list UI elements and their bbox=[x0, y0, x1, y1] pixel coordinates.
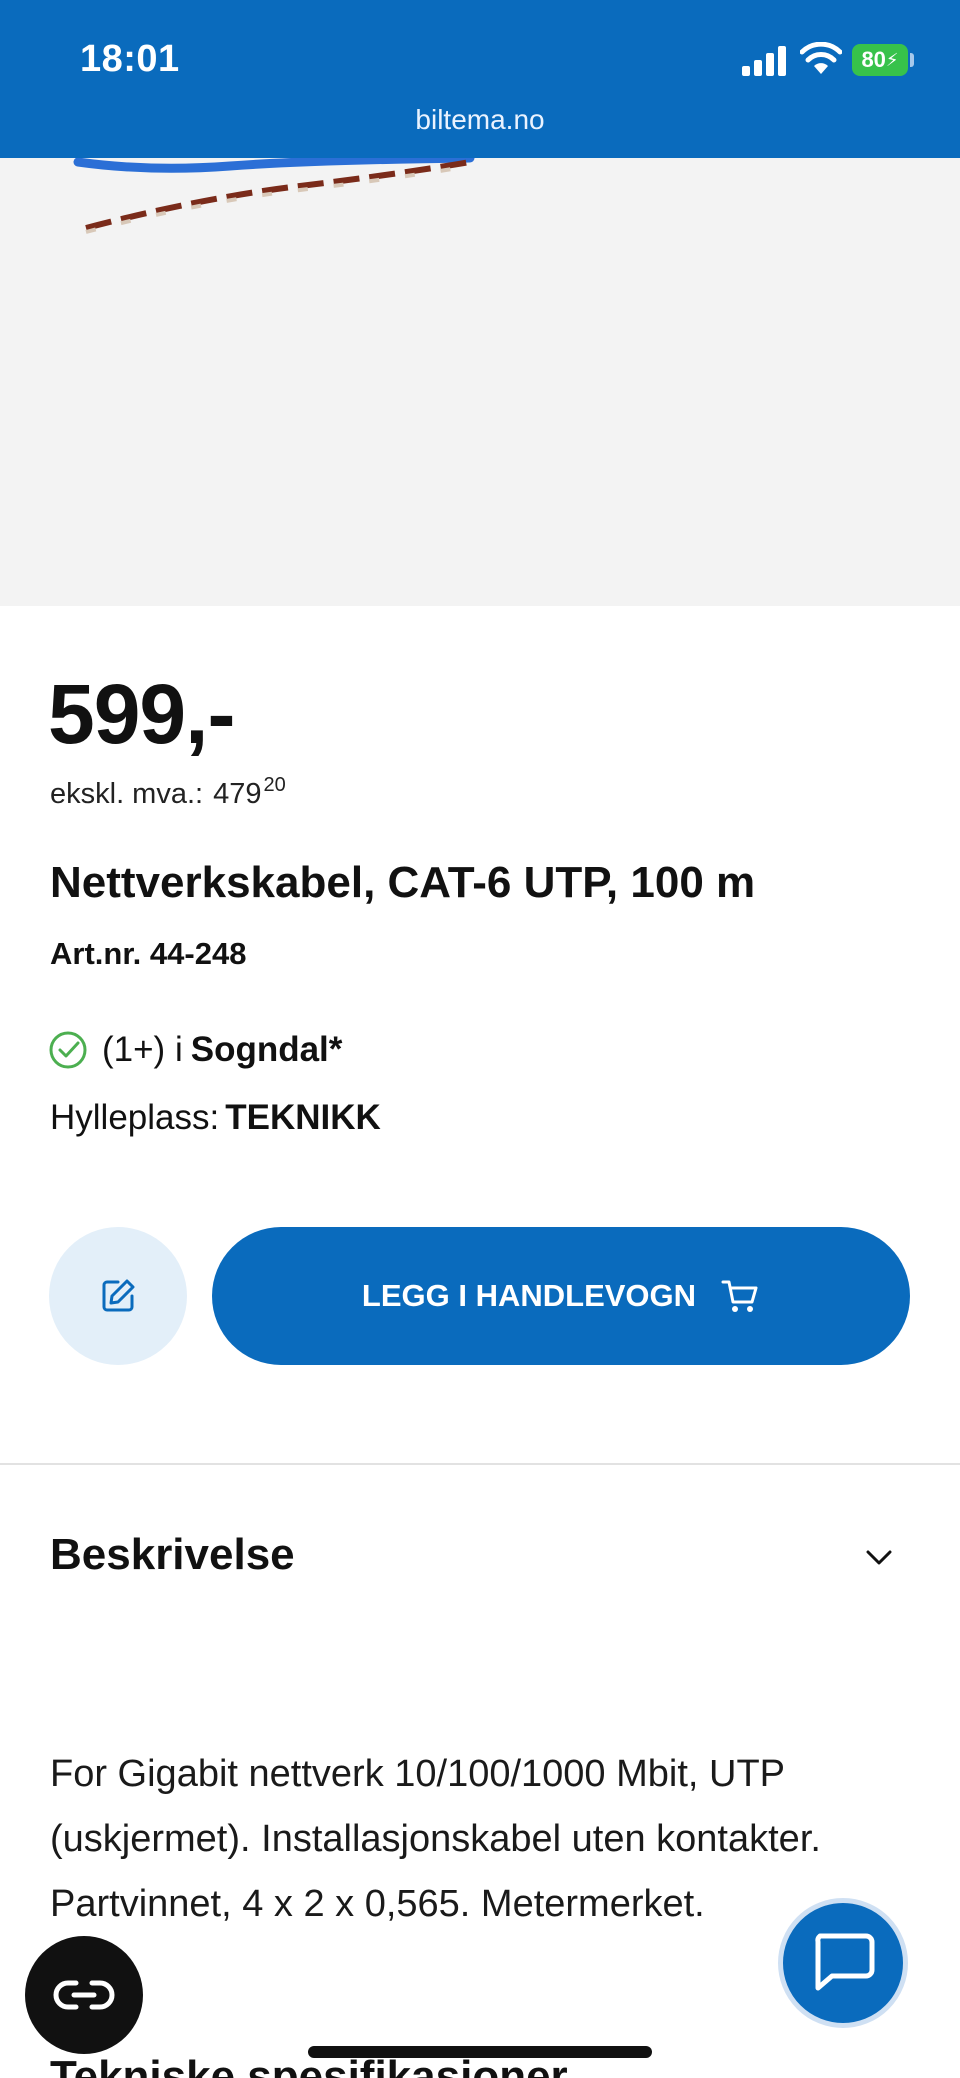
price-excl-value: 479 bbox=[213, 778, 262, 810]
article-number: Art.nr. 44-248 bbox=[50, 936, 247, 971]
price-excl-vat: ekskl. mva.: 479 20 bbox=[50, 774, 286, 811]
stock-status[interactable]: (1+) i Sogndal* bbox=[48, 1030, 342, 1070]
shelf-location: Hylleplass: TEKNIKK bbox=[50, 1098, 381, 1138]
cellular-signal-icon bbox=[742, 46, 786, 76]
cable-image bbox=[73, 158, 475, 234]
product-image[interactable] bbox=[0, 158, 960, 606]
shelf-value: TEKNIKK bbox=[225, 1098, 381, 1137]
cart-icon bbox=[721, 1280, 758, 1312]
product-price: 599,- bbox=[48, 667, 235, 761]
status-bar: 18:01 80 ⚡ biltema.no bbox=[0, 0, 960, 158]
address-bar-url[interactable]: biltema.no bbox=[0, 104, 960, 136]
chevron-down-icon[interactable] bbox=[862, 1540, 896, 1574]
chat-bubble-icon bbox=[815, 1933, 875, 1991]
product-title: Nettverkskabel, CAT-6 UTP, 100 m bbox=[50, 858, 756, 907]
shortcut-button[interactable] bbox=[25, 1936, 143, 2054]
chat-button[interactable] bbox=[778, 1898, 908, 2028]
price-excl-cents: 20 bbox=[263, 774, 286, 796]
check-circle-icon bbox=[49, 1031, 87, 1069]
add-to-cart-button[interactable]: LEGG I HANDLEVOGN bbox=[212, 1227, 910, 1365]
price-excl-label: ekskl. mva.: bbox=[50, 778, 204, 810]
description-heading[interactable]: Beskrivelse bbox=[50, 1530, 295, 1580]
stock-count: (1+) i bbox=[102, 1030, 183, 1069]
add-note-button[interactable] bbox=[49, 1227, 187, 1365]
add-to-cart-label: LEGG I HANDLEVOGN bbox=[361, 1278, 697, 1313]
battery-level: 80 bbox=[861, 47, 886, 72]
edit-icon bbox=[102, 1279, 135, 1312]
description-text: For Gigabit nettverk 10/100/1000 Mbit, U… bbox=[50, 1753, 821, 1925]
stock-store: Sogndal* bbox=[190, 1030, 343, 1069]
link-icon bbox=[53, 1980, 115, 2010]
wifi-icon bbox=[800, 42, 842, 74]
status-time: 18:01 bbox=[80, 38, 180, 80]
charging-bolt-icon: ⚡ bbox=[885, 49, 899, 70]
battery-nub bbox=[910, 53, 914, 67]
home-indicator[interactable] bbox=[308, 2046, 652, 2058]
battery-indicator: 80 ⚡ bbox=[852, 44, 908, 76]
section-divider bbox=[0, 1463, 960, 1465]
shelf-label: Hylleplass: bbox=[50, 1098, 220, 1137]
